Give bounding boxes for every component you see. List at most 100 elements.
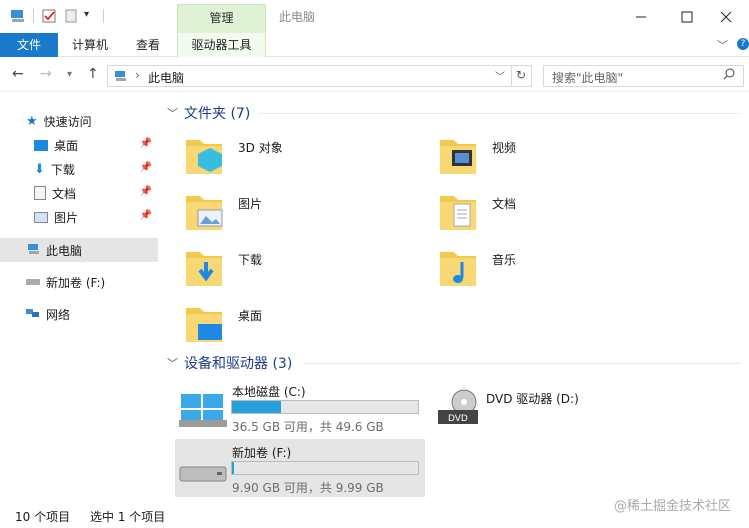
star-icon: ★ <box>26 113 38 129</box>
folder-pictures[interactable]: 图片 <box>182 186 432 238</box>
folder-videos[interactable]: 视频 <box>436 130 686 182</box>
this-pc-icon <box>10 9 26 23</box>
downloads-icon <box>186 252 222 286</box>
divider <box>103 9 104 23</box>
drive-name: 新加卷 (F:) <box>232 446 292 460</box>
address-dropdown-icon[interactable]: ﹀ <box>495 68 505 83</box>
sidebar-item-label: 此电脑 <box>46 243 83 258</box>
chevron-down-icon: ﹀ <box>167 107 178 120</box>
folder-label: 桌面 <box>238 309 263 323</box>
tab-file[interactable]: 文件 <box>0 33 58 57</box>
chevron-down-icon: ﹀ <box>167 357 178 370</box>
tab-computer[interactable]: 计算机 <box>64 33 116 57</box>
windows-drive-icon <box>179 392 227 431</box>
drive-usage-bar <box>231 400 419 414</box>
tab-manage[interactable]: 管理 <box>177 4 266 33</box>
drive-usage-fill <box>232 462 234 474</box>
watermark: @稀土掘金技术社区 <box>613 499 731 514</box>
desktop-folder-icon <box>186 308 222 342</box>
drive-name: 本地磁盘 (C:) <box>232 385 306 399</box>
item-count: 10 个项目 <box>15 510 71 524</box>
sidebar-item-network[interactable]: 网络 <box>0 302 158 326</box>
refresh-button[interactable]: ↻ <box>512 65 532 87</box>
section-title: 设备和驱动器 (3) <box>184 356 293 372</box>
up-icon[interactable]: ↑ <box>87 66 99 82</box>
ribbon-tabs: 文件 计算机 查看 驱动器工具 ﹀ ? <box>0 33 749 57</box>
3d-objects-icon <box>186 140 222 174</box>
sidebar-item-label: 下载 <box>50 162 75 177</box>
help-icon[interactable]: ? <box>737 38 749 50</box>
breadcrumb-this-pc[interactable]: 此电脑 <box>148 69 184 86</box>
tab-drive-tools[interactable]: 驱动器工具 <box>177 33 266 57</box>
sidebar-item-label: 图片 <box>54 210 79 225</box>
sidebar-item-label: 桌面 <box>54 138 79 153</box>
back-icon[interactable]: ← <box>12 66 24 82</box>
documents-icon <box>440 196 476 230</box>
pin-icon[interactable]: 📌 <box>140 186 152 197</box>
new-folder-icon[interactable] <box>64 9 80 23</box>
folder-desktop[interactable]: 桌面 <box>182 298 432 350</box>
pin-icon[interactable]: 📌 <box>140 210 152 221</box>
videos-icon <box>440 140 476 174</box>
address-bar[interactable]: › 此电脑 ﹀ <box>107 65 512 87</box>
sidebar-item-desktop[interactable]: 桌面 📌 <box>0 133 158 157</box>
folder-3d-objects[interactable]: 3D 对象 <box>182 130 432 182</box>
search-input[interactable]: 搜索"此电脑" <box>543 65 744 87</box>
sidebar-item-new-volume[interactable]: 新加卷 (F:) <box>0 270 158 294</box>
this-pc-icon <box>27 243 41 258</box>
sidebar-item-quick-access[interactable]: ★ 快速访问 <box>0 109 158 133</box>
drive-d[interactable]: DVD DVD 驱动器 (D:) <box>430 380 680 438</box>
sidebar-item-pictures[interactable]: 图片 📌 <box>0 205 158 229</box>
drive-icon <box>179 463 227 490</box>
address-row: ← → ▾ ↑ › 此电脑 ﹀ ↻ 搜索"此电脑" <box>0 58 749 92</box>
section-divider <box>304 363 740 364</box>
pin-icon[interactable]: 📌 <box>140 138 152 149</box>
sidebar-item-label: 快速访问 <box>43 114 92 129</box>
minimize-icon[interactable] <box>618 0 664 33</box>
folder-downloads[interactable]: 下载 <box>182 242 432 294</box>
document-icon <box>34 186 46 200</box>
refresh-icon: ↻ <box>516 68 527 82</box>
divider <box>33 9 34 23</box>
drive-info: 36.5 GB 可用，共 49.6 GB <box>232 420 384 434</box>
drive-info: 9.90 GB 可用，共 9.99 GB <box>232 481 384 495</box>
tab-view[interactable]: 查看 <box>124 33 172 57</box>
section-title: 文件夹 (7) <box>184 106 251 122</box>
folder-label: 3D 对象 <box>238 141 283 155</box>
download-icon: ⬇ <box>34 161 45 177</box>
breadcrumb-separator-icon: › <box>135 68 140 82</box>
drive-icon <box>26 279 40 285</box>
forward-icon[interactable]: → <box>40 66 52 82</box>
recent-locations-icon[interactable]: ▾ <box>67 69 72 80</box>
close-icon[interactable] <box>703 0 749 33</box>
properties-icon[interactable] <box>42 9 58 23</box>
sidebar-item-documents[interactable]: 文档 📌 <box>0 181 158 205</box>
network-icon <box>26 307 40 322</box>
ribbon-expand-icon[interactable]: ﹀ <box>717 37 728 53</box>
quick-access-dropdown-icon[interactable]: ▾ <box>84 9 100 23</box>
music-icon <box>440 252 476 286</box>
folder-label: 音乐 <box>492 253 517 267</box>
folder-documents[interactable]: 文档 <box>436 186 686 238</box>
folder-label: 视频 <box>492 141 517 155</box>
sidebar-item-this-pc[interactable]: 此电脑 <box>0 238 158 262</box>
folder-label: 下载 <box>238 253 263 267</box>
section-drives-header[interactable]: ﹀ 设备和驱动器 (3) <box>167 353 292 373</box>
navigation-pane: ★ 快速访问 桌面 📌 ⬇ 下载 📌 文档 📌 图片 📌 此电脑 新加卷 (F:… <box>0 100 158 500</box>
sidebar-item-label: 新加卷 (F:) <box>46 275 106 290</box>
drive-usage-bar <box>231 461 419 475</box>
section-divider <box>258 113 740 114</box>
window-title: 此电脑 <box>279 10 316 24</box>
folder-music[interactable]: 音乐 <box>436 242 686 294</box>
folder-label: 文档 <box>492 197 517 211</box>
pin-icon[interactable]: 📌 <box>140 162 152 173</box>
drive-c[interactable]: 本地磁盘 (C:) 36.5 GB 可用，共 49.6 GB <box>175 380 425 438</box>
drive-f[interactable]: 新加卷 (F:) 9.90 GB 可用，共 9.99 GB <box>175 439 425 497</box>
sidebar-item-label: 网络 <box>46 307 71 322</box>
title-bar: ▾ 管理 此电脑 <box>0 0 749 33</box>
drive-usage-fill <box>232 401 282 413</box>
section-folders-header[interactable]: ﹀ 文件夹 (7) <box>167 103 250 123</box>
search-placeholder: 搜索"此电脑" <box>552 71 624 85</box>
selected-count: 选中 1 个项目 <box>90 510 166 524</box>
sidebar-item-downloads[interactable]: ⬇ 下载 📌 <box>0 157 158 181</box>
